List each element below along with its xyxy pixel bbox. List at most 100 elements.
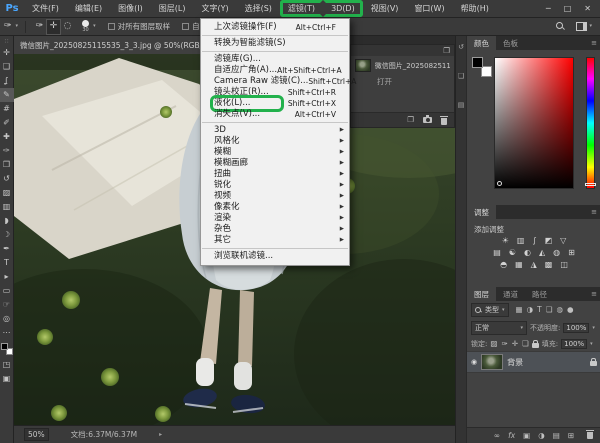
panel-tab[interactable]: 通道	[496, 287, 525, 301]
edit-toolbar[interactable]: ⋯	[0, 326, 14, 340]
crop-tool[interactable]: #	[0, 102, 14, 116]
channel-mixer-icon[interactable]: ◍	[553, 249, 560, 257]
hue-slider[interactable]	[586, 57, 595, 189]
hue-saturation-icon[interactable]: ▤	[493, 249, 501, 257]
snapshot-thumbnail[interactable]	[355, 59, 371, 72]
info-panel-icon[interactable]: ▤	[458, 102, 465, 109]
menubar-item[interactable]: 滤镜(T)	[280, 0, 323, 17]
filter-menu-item[interactable]: 液化(L)... Shift+Ctrl+X	[201, 98, 349, 109]
panel-corner-icon[interactable]: ❐	[443, 47, 450, 55]
lock-paint-icon[interactable]: ✑	[501, 340, 507, 348]
layer-style-icon[interactable]: fx	[508, 432, 515, 440]
color-picker-marker[interactable]	[497, 181, 502, 186]
eraser-tool[interactable]: ▨	[0, 186, 14, 200]
sample-mode-2[interactable]: ✛	[47, 20, 60, 34]
filter-menu-item[interactable]: 镜头校正(R)... Shift+Ctrl+R	[201, 87, 349, 98]
panel-tab[interactable]: 路径	[525, 287, 554, 301]
threshold-icon[interactable]: ◮	[531, 261, 537, 269]
menubar-item[interactable]: 窗口(W)	[406, 0, 452, 17]
properties-panel-icon[interactable]: ❑	[458, 73, 464, 80]
path-select-tool[interactable]: ▸	[0, 270, 14, 284]
posterize-icon[interactable]: ▦	[515, 261, 523, 269]
eyedropper-tool[interactable]: ✐	[0, 116, 14, 130]
chevron-down-icon[interactable]: ▾	[93, 24, 96, 29]
filter-menu-item[interactable]: 消失点(V)... Alt+Ctrl+V	[201, 109, 349, 120]
filter-menu-item[interactable]: Camera Raw 滤镜(C)... Shift+Ctrl+A	[201, 76, 349, 87]
filter-image-icon[interactable]: ▦	[516, 306, 523, 314]
history-state-open[interactable]: 打开	[351, 73, 454, 87]
filter-menu-item[interactable]: 转换为智能滤镜(S)	[201, 38, 349, 49]
foreground-color-swatch[interactable]	[1, 343, 8, 350]
panel-tab[interactable]: 颜色	[467, 36, 496, 50]
menubar-item[interactable]: 3D(D)	[323, 0, 363, 17]
history-panel-icon[interactable]: ↺	[458, 44, 464, 51]
fill-value[interactable]: 100%	[561, 339, 587, 349]
checkbox-icon[interactable]	[182, 23, 189, 30]
exposure-icon[interactable]: ◩	[545, 237, 553, 245]
filter-menu-item[interactable]: 像素化 ▶	[201, 202, 349, 213]
opacity-value[interactable]: 100%	[563, 323, 589, 333]
zoom-tool[interactable]: ◎	[0, 312, 14, 326]
sample-all-layers-option[interactable]: 对所有图层取样	[108, 21, 171, 32]
blur-tool[interactable]: ◗	[0, 214, 14, 228]
color-swatches[interactable]	[472, 57, 492, 77]
vibrance-icon[interactable]: ▽	[560, 237, 566, 245]
delete-state-trash-icon[interactable]	[441, 118, 447, 125]
filter-menu-item[interactable]: 模糊 ▶	[201, 147, 349, 158]
history-brush-tool[interactable]: ↺	[0, 172, 14, 186]
shape-tool[interactable]: ▭	[0, 284, 14, 298]
filter-menu-item[interactable]	[202, 51, 348, 52]
lasso-tool[interactable]: ʆ	[0, 74, 14, 88]
lock-move-icon[interactable]: ✛	[512, 340, 518, 348]
filter-menu-item[interactable]: 滤镜库(G)...	[201, 54, 349, 65]
panel-tab[interactable]: 图层	[467, 287, 496, 301]
search-icon[interactable]	[556, 22, 565, 31]
filter-smart-icon[interactable]: ◍	[556, 306, 563, 314]
layer-thumbnail[interactable]	[481, 354, 503, 370]
filter-menu-item[interactable]: 3D ▶	[201, 125, 349, 136]
filter-menu-item[interactable]	[202, 122, 348, 123]
quick-mask-button[interactable]: ◳	[0, 358, 14, 372]
brightness-contrast-icon[interactable]: ☀	[502, 237, 509, 245]
gradient-tool[interactable]: ▥	[0, 200, 14, 214]
chevron-down-icon[interactable]: ▾	[589, 24, 592, 29]
hue-slider-marker[interactable]	[585, 183, 596, 186]
color-lookup-icon[interactable]: ⊞	[568, 249, 575, 257]
sample-mode-1[interactable]: ✑	[33, 20, 46, 34]
dodge-tool[interactable]: ☽	[0, 228, 14, 242]
chevron-down-icon[interactable]: ▾	[16, 24, 19, 29]
filter-menu-item[interactable]: 风格化 ▶	[201, 136, 349, 147]
filter-shape-icon[interactable]: ❏	[546, 306, 553, 314]
filter-menu-item[interactable]: 自适应广角(A)... Alt+Shift+Ctrl+A	[201, 65, 349, 76]
panel-grip-icon[interactable]: ∷	[5, 38, 9, 45]
type-tool[interactable]: T	[0, 256, 14, 270]
gradient-map-icon[interactable]: ▩	[545, 261, 553, 269]
new-layer-icon[interactable]: ⊞	[568, 432, 574, 440]
blend-mode-select[interactable]: 正常 ▾	[471, 321, 527, 335]
layer-mask-icon[interactable]: ▣	[523, 432, 530, 440]
panel-menu-icon[interactable]: ≡	[587, 287, 600, 301]
filter-menu-item[interactable]: 锐化 ▶	[201, 180, 349, 191]
healing-brush-tool[interactable]: ✚	[0, 130, 14, 144]
history-snapshot-row[interactable]: 微信图片_20250825115...	[351, 56, 454, 73]
lock-transparent-icon[interactable]: ▨	[490, 340, 497, 348]
filter-menu-item[interactable]: 上次滤镜操作(F) Alt+Ctrl+F	[201, 22, 349, 33]
clone-stamp-tool[interactable]: ❒	[0, 158, 14, 172]
pen-tool[interactable]: ✒	[0, 242, 14, 256]
invert-icon[interactable]: ◓	[500, 261, 507, 269]
menubar-item[interactable]: 编辑(E)	[67, 0, 110, 17]
filter-menu-item[interactable]: 浏览联机滤镜...	[201, 251, 349, 262]
sample-mode-3[interactable]: ◌	[61, 20, 74, 34]
curves-icon[interactable]: ∫	[532, 237, 536, 245]
photo-filter-icon[interactable]: ◭	[539, 249, 545, 257]
layer-row-background[interactable]: ◉ 背景	[467, 351, 600, 373]
panel-menu-icon[interactable]: ≡	[587, 205, 600, 219]
filter-adjustment-icon[interactable]: ◑	[527, 306, 534, 314]
filter-menu-item[interactable]: 渲染 ▶	[201, 213, 349, 224]
black-white-icon[interactable]: ◐	[524, 249, 531, 257]
chevron-down-icon[interactable]: ▾	[592, 326, 595, 331]
lock-artboard-icon[interactable]: ❏	[522, 340, 529, 348]
new-group-icon[interactable]: ▤	[553, 432, 560, 440]
levels-icon[interactable]: ▥	[517, 237, 525, 245]
panel-tab[interactable]: 色板	[496, 36, 525, 50]
